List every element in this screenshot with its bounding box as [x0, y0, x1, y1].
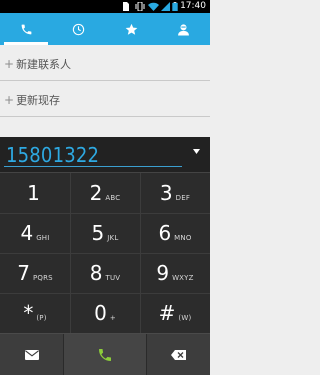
dialed-number[interactable]: 15801322 — [6, 137, 99, 173]
key-digit: 3 — [159, 181, 173, 205]
key-hash[interactable]: # (W) — [140, 293, 210, 333]
key-1[interactable]: 1 — [0, 173, 70, 213]
call-button[interactable] — [64, 334, 146, 375]
plus-icon: + — [4, 56, 15, 71]
star-icon — [125, 23, 137, 35]
key-6[interactable]: 6 MNO — [140, 213, 210, 253]
key-digit: # — [158, 301, 176, 325]
key-letters: (W) — [178, 314, 192, 322]
phone-icon — [21, 24, 31, 34]
key-digit: 4 — [20, 221, 34, 245]
key-5[interactable]: 5 JKL — [70, 213, 140, 253]
key-digit: 7 — [17, 261, 30, 285]
key-letters: DEF — [175, 194, 191, 202]
key-star[interactable]: * (P) — [0, 293, 70, 333]
status-bar: 17:40 — [0, 0, 210, 13]
key-digit: 2 — [89, 181, 103, 205]
plus-icon: + — [4, 92, 15, 107]
dialer-pad: 15801322 1 2 ABC 3 DEF 4 GHI 5 JKL 6 MNO… — [0, 137, 210, 375]
key-digit: 1 — [27, 181, 40, 205]
number-row: 15801322 — [0, 137, 210, 173]
suggestion-list: + 新建联系人 + 更新现存 — [0, 45, 210, 117]
key-letters: (P) — [36, 314, 47, 322]
sd-card-icon — [123, 2, 129, 11]
dropdown-arrow-icon[interactable] — [193, 149, 200, 154]
wifi-icon — [148, 2, 159, 11]
update-existing-label: 更新现存 — [16, 93, 61, 107]
message-icon — [24, 350, 39, 360]
key-letters: ABC — [105, 194, 121, 202]
clock-icon — [72, 23, 85, 35]
key-letters: GHI — [36, 234, 50, 242]
signal-icon — [161, 2, 170, 11]
key-letters: JKL — [107, 234, 119, 242]
tab-contacts[interactable] — [157, 13, 210, 45]
tab-phone[interactable] — [0, 13, 52, 45]
update-existing-item[interactable]: + 更新现存 — [0, 83, 210, 117]
tab-recent[interactable] — [52, 13, 105, 45]
add-contact-label: 新建联系人 — [16, 57, 72, 71]
key-letters: PQRS — [32, 274, 53, 282]
key-digit: 5 — [91, 221, 105, 245]
call-icon — [99, 349, 111, 361]
key-letters: WXYZ — [172, 274, 194, 282]
battery-icon — [172, 2, 178, 11]
key-digit: 9 — [156, 261, 170, 285]
message-button[interactable] — [0, 334, 63, 375]
key-digit: 8 — [89, 261, 103, 285]
key-letters: + — [109, 314, 116, 322]
keypad: 1 2 ABC 3 DEF 4 GHI 5 JKL 6 MNO 7 PQRS 8 — [0, 173, 210, 333]
dialer-action-bar — [0, 333, 210, 375]
key-digit: 0 — [94, 301, 107, 325]
key-7[interactable]: 7 PQRS — [0, 253, 70, 293]
add-contact-item[interactable]: + 新建联系人 — [0, 47, 210, 81]
person-icon — [178, 23, 189, 35]
key-letters: TUV — [105, 274, 121, 282]
tab-bar — [0, 13, 210, 45]
key-2[interactable]: 2 ABC — [70, 173, 140, 213]
backspace-button[interactable] — [147, 334, 210, 375]
key-3[interactable]: 3 DEF — [140, 173, 210, 213]
key-digit: 6 — [158, 221, 172, 245]
key-digit: * — [23, 301, 34, 325]
key-4[interactable]: 4 GHI — [0, 213, 70, 253]
backspace-icon — [171, 350, 186, 360]
key-0[interactable]: 0 + — [70, 293, 140, 333]
key-letters: MNO — [174, 234, 192, 242]
vibrate-icon — [135, 2, 145, 11]
key-8[interactable]: 8 TUV — [70, 253, 140, 293]
key-9[interactable]: 9 WXYZ — [140, 253, 210, 293]
number-underline — [4, 166, 182, 167]
status-time: 17:40 — [180, 1, 206, 11]
tab-favorites[interactable] — [105, 13, 157, 45]
